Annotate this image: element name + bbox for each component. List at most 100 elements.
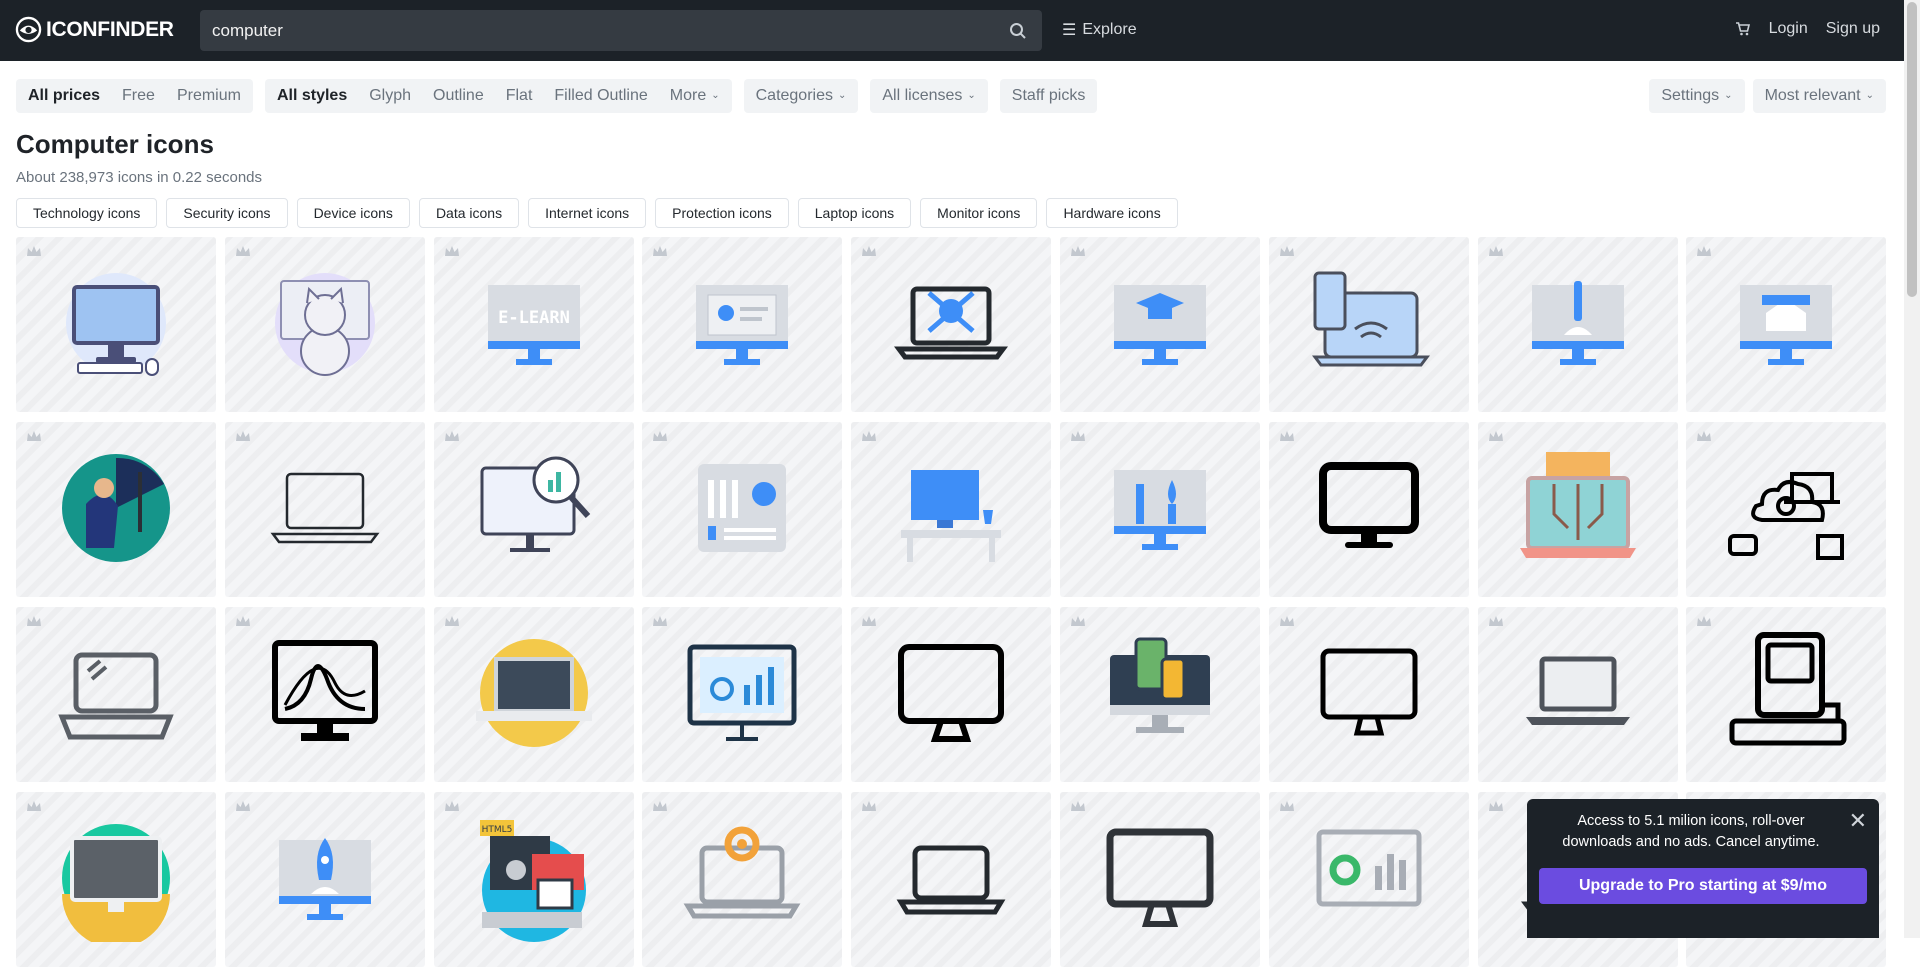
close-icon[interactable]: ✕ bbox=[1849, 810, 1867, 832]
search-input[interactable]: computer bbox=[212, 21, 1008, 41]
staff-picks-toggle[interactable]: Staff picks bbox=[999, 79, 1098, 113]
tag-monitor[interactable]: Monitor icons bbox=[920, 198, 1038, 228]
tag-technology[interactable]: Technology icons bbox=[16, 198, 158, 228]
login-link[interactable]: Login bbox=[1769, 20, 1808, 38]
icon-result-card[interactable] bbox=[1059, 792, 1260, 967]
categories-dropdown[interactable]: Categories ⌄ bbox=[743, 79, 859, 113]
icon-result-card[interactable] bbox=[433, 607, 634, 782]
icon-result-card[interactable] bbox=[16, 422, 216, 597]
icon-result-card[interactable] bbox=[16, 607, 216, 782]
filter-all-styles[interactable]: All styles bbox=[277, 87, 347, 105]
desktop-computer-illustration-icon bbox=[66, 273, 166, 376]
more-styles-label: More bbox=[669, 87, 707, 104]
scrollbar-thumb[interactable] bbox=[1907, 2, 1917, 297]
filter-more-styles[interactable]: More ⌄ bbox=[670, 87, 720, 105]
icon-result-card[interactable] bbox=[433, 422, 634, 597]
tag-internet[interactable]: Internet icons bbox=[528, 198, 647, 228]
page-scrollbar[interactable] bbox=[1904, 0, 1920, 938]
filter-all-prices[interactable]: All prices bbox=[28, 87, 100, 105]
premium-crown-icon bbox=[235, 431, 250, 441]
icon-result-card[interactable]: HTML5 bbox=[433, 792, 634, 967]
icon-result-card[interactable] bbox=[851, 422, 1052, 597]
premium-crown-icon bbox=[235, 616, 250, 626]
tag-hardware[interactable]: Hardware icons bbox=[1046, 198, 1178, 228]
icon-result-card[interactable] bbox=[851, 607, 1052, 782]
icon-result-card[interactable] bbox=[642, 422, 843, 597]
icon-result-card[interactable] bbox=[224, 237, 425, 412]
explore-menu[interactable]: ☰ Explore bbox=[1062, 20, 1137, 40]
monitor-outline-thick-icon bbox=[1106, 828, 1214, 927]
tag-data[interactable]: Data icons bbox=[418, 198, 520, 228]
laptop-circuit-icon bbox=[1519, 452, 1636, 558]
icon-result-card[interactable] bbox=[1477, 237, 1678, 412]
signup-link[interactable]: Sign up bbox=[1826, 20, 1880, 38]
monitor-home-icon bbox=[1740, 285, 1833, 365]
icon-result-card[interactable] bbox=[1686, 237, 1887, 412]
svg-text:E-LEARN: E-LEARN bbox=[498, 308, 570, 328]
filter-free[interactable]: Free bbox=[122, 87, 155, 105]
icon-result-card[interactable]: E-LEARN bbox=[433, 237, 634, 412]
icon-result-card[interactable] bbox=[1268, 792, 1469, 967]
sort-controls: Settings ⌄ Most relevant ⌄ bbox=[1649, 79, 1886, 113]
icon-result-card[interactable] bbox=[224, 422, 425, 597]
filter-filled-outline[interactable]: Filled Outline bbox=[554, 87, 647, 105]
icon-result-card[interactable] bbox=[224, 607, 425, 782]
search-icon[interactable] bbox=[1008, 21, 1028, 41]
sort-label: Most relevant bbox=[1764, 87, 1861, 104]
icon-result-card[interactable] bbox=[1268, 607, 1469, 782]
icon-result-card[interactable] bbox=[851, 792, 1052, 967]
icon-result-card[interactable] bbox=[1268, 237, 1469, 412]
iconfinder-logo[interactable]: ICONFINDER bbox=[15, 16, 174, 43]
filter-outline[interactable]: Outline bbox=[433, 87, 484, 105]
filter-glyph[interactable]: Glyph bbox=[369, 87, 411, 105]
monitor-outline-icon bbox=[1320, 648, 1418, 736]
icon-result-card[interactable] bbox=[642, 237, 843, 412]
premium-crown-icon bbox=[444, 801, 459, 811]
monitor-magnifier-chart-icon bbox=[480, 456, 590, 552]
icon-result-card[interactable] bbox=[1268, 422, 1469, 597]
sort-dropdown[interactable]: Most relevant ⌄ bbox=[1752, 79, 1886, 113]
tag-protection[interactable]: Protection icons bbox=[655, 198, 789, 228]
icon-result-card[interactable] bbox=[642, 792, 843, 967]
licenses-dropdown[interactable]: All licenses ⌄ bbox=[870, 79, 988, 113]
monitor-graph-icon bbox=[271, 640, 378, 741]
filter-premium[interactable]: Premium bbox=[177, 87, 241, 105]
monitor-rocket-icon bbox=[278, 838, 371, 920]
page-title: Computer icons bbox=[16, 129, 214, 159]
premium-crown-icon bbox=[1070, 616, 1085, 626]
icon-result-card[interactable] bbox=[1477, 422, 1678, 597]
pro-upgrade-banner: Access to 5.1 milion icons, roll-over do… bbox=[1527, 799, 1879, 938]
certificate-monitor-icon bbox=[696, 285, 789, 365]
premium-crown-icon bbox=[653, 616, 668, 626]
icon-result-card[interactable] bbox=[16, 792, 216, 967]
icon-result-card[interactable] bbox=[642, 607, 843, 782]
icon-result-card[interactable] bbox=[1059, 422, 1260, 597]
icon-result-card[interactable] bbox=[224, 792, 425, 967]
tag-device[interactable]: Device icons bbox=[296, 198, 410, 228]
search-bar[interactable]: computer bbox=[200, 10, 1042, 51]
tag-security[interactable]: Security icons bbox=[166, 198, 288, 228]
icon-result-card[interactable] bbox=[1686, 422, 1887, 597]
filter-flat[interactable]: Flat bbox=[506, 87, 533, 105]
e-learn-monitor-icon: E-LEARN bbox=[487, 285, 580, 365]
icon-result-card[interactable] bbox=[1686, 607, 1887, 782]
premium-crown-icon bbox=[1279, 431, 1294, 441]
premium-crown-icon bbox=[444, 616, 459, 626]
icon-result-card[interactable] bbox=[1477, 607, 1678, 782]
eye-logo-icon bbox=[15, 16, 42, 43]
monitor-phone-icon bbox=[1109, 637, 1210, 733]
settings-label: Settings bbox=[1661, 87, 1720, 104]
icon-result-card[interactable] bbox=[851, 237, 1052, 412]
settings-dropdown[interactable]: Settings ⌄ bbox=[1649, 79, 1745, 113]
premium-crown-icon bbox=[1279, 801, 1294, 811]
premium-crown-icon bbox=[862, 801, 877, 811]
tag-laptop[interactable]: Laptop icons bbox=[797, 198, 912, 228]
premium-crown-icon bbox=[235, 801, 250, 811]
premium-crown-icon bbox=[27, 246, 41, 256]
icon-result-card[interactable] bbox=[1059, 237, 1260, 412]
cart-icon[interactable] bbox=[1735, 21, 1751, 37]
icon-result-card[interactable] bbox=[1059, 607, 1260, 782]
icon-result-card[interactable] bbox=[16, 237, 216, 412]
upgrade-button[interactable]: Upgrade to Pro starting at $9/mo bbox=[1539, 868, 1867, 904]
premium-crown-icon bbox=[444, 246, 459, 256]
